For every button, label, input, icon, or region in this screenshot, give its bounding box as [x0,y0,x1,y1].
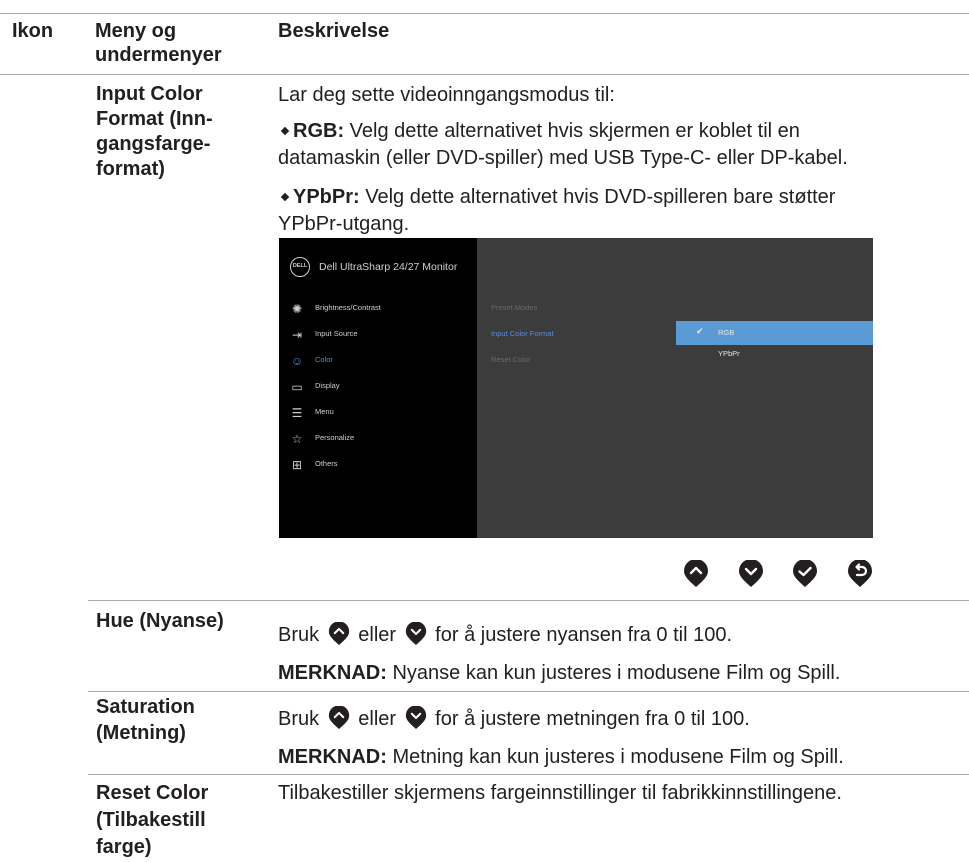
osd-menu-label: Input Source [315,329,358,338]
table-top-rule [0,13,969,14]
note-text: Metning kan kun justeres i modusene Film… [386,746,844,768]
down-button-icon [405,706,426,729]
hue-name: Hue (Nyanse) [96,610,224,632]
down-button-icon [739,560,763,587]
osd-sub-reset-color[interactable]: Reset Color [491,355,531,364]
down-button-icon [405,622,426,645]
rgb-bullet: RGB: Velg dette alternativet hvis skjerm… [278,118,958,172]
header-bottom-rule [0,74,969,75]
row-rule-saturation [88,691,969,692]
name-line: farge) [96,836,152,858]
osd-menu-others[interactable]: ⊞ Others [279,454,477,478]
name-line: gangsfarge- [96,133,211,155]
name-line: format) [96,158,165,180]
osd-menu-label: Brightness/Contrast [315,303,381,312]
ypbpr-term: YPbPr: [293,186,360,208]
hue-text-a: Bruk [278,624,320,646]
saturation-text-b: eller [358,708,397,730]
hue-text-b: eller [358,624,397,646]
osd-sub-input-color-format[interactable]: Input Color Format [491,329,554,338]
osd-option-rgb[interactable]: ✔ RGB [676,321,873,345]
note-text: Nyanse kan kun justeres i modusene Film … [386,662,841,684]
confirm-button-icon [793,560,817,587]
saturation-desc: Bruk eller for å justere metningen fra 0… [278,706,750,733]
osd-menu-menu[interactable]: ☰ Menu [279,402,477,426]
saturation-name: Saturation (Metning) [96,694,195,746]
header-menu-line2: undermenyer [95,44,222,66]
reset-color-desc: Tilbakestiller skjermens fargeinnstillin… [278,782,842,804]
color-palette-icon: ☺ [290,354,304,368]
osd-sub-preset-modes[interactable]: Preset Modes [491,303,537,312]
osd-menu-color[interactable]: ☺ Color [279,350,477,374]
osd-menu-personalize[interactable]: ☆ Personalize [279,428,477,452]
rgb-text-1: Velg dette alternativet hvis skjermen er… [344,120,800,142]
osd-screenshot: DELL Dell UltraSharp 24/27 Monitor ✺ Bri… [279,238,873,538]
brightness-icon: ✺ [291,302,303,316]
up-button-icon [328,706,349,729]
name-line: Reset Color [96,782,209,804]
reset-color-name: Reset Color (Tilbakestill farge) [96,780,208,861]
osd-menu-label: Others [315,459,338,468]
name-line: Format (Inn- [96,108,213,130]
input-color-format-name: Input Color Format (Inn- gangsfarge- for… [96,82,213,182]
header-description: Beskrivelse [278,20,390,42]
rgb-text-2: datamaskin (eller DVD-spiller) med USB T… [278,147,848,169]
note-label: MERKNAD: [278,746,387,768]
header-menu: Meny og undermenyer [95,19,222,67]
row-rule-reset [88,774,969,775]
input-source-icon: ⇥ [291,328,303,342]
bullet-icon [280,126,290,136]
osd-option-label: RGB [718,328,735,337]
osd-menu-label: Personalize [315,433,355,442]
name-line: Saturation [96,696,195,718]
osd-menu-brightness[interactable]: ✺ Brightness/Contrast [279,298,477,322]
header-menu-line1: Meny og [95,20,177,42]
others-icon: ⊞ [291,458,303,472]
saturation-note: MERKNAD: Metning kan kun justeres i modu… [278,744,844,771]
hue-desc: Bruk eller for å justere nyansen fra 0 t… [278,622,732,649]
menu-icon: ☰ [291,406,303,420]
check-icon: ✔ [696,326,704,336]
name-line: (Metning) [96,722,186,744]
hue-text-c: for å justere nyansen fra 0 til 100. [435,624,733,646]
back-button-icon [848,560,872,587]
note-label: MERKNAD: [278,662,387,684]
osd-menu-input-source[interactable]: ⇥ Input Source [279,324,477,348]
input-color-intro: Lar deg sette videoinngangsmodus til: [278,84,615,106]
saturation-text-c: for å justere metningen fra 0 til 100. [435,708,750,730]
osd-option-ypbpr[interactable]: YPbPr [676,345,873,369]
osd-menu-label: Color [315,355,333,364]
osd-option-label: YPbPr [718,349,740,358]
name-line: (Tilbakestill [96,809,206,831]
bullet-icon [280,192,290,202]
display-icon: ▭ [291,380,303,394]
osd-menu-label: Display [315,381,340,390]
ypbpr-bullet: YPbPr: Velg dette alternativet hvis DVD-… [278,184,958,238]
header-icon: Ikon [12,20,54,42]
up-button-icon [684,560,708,587]
saturation-text-a: Bruk [278,708,320,730]
hue-note: MERKNAD: Nyanse kan kun justeres i modus… [278,660,840,687]
up-button-icon [328,622,349,645]
ypbpr-text-1: Velg dette alternativet hvis DVD-spiller… [359,186,836,208]
row-rule-hue [88,600,969,601]
osd-menu-label: Menu [315,407,334,416]
name-line: Input Color [96,83,203,105]
ypbpr-text-2: YPbPr-utgang. [278,213,410,235]
osd-menu-display[interactable]: ▭ Display [279,376,477,400]
osd-title: Dell UltraSharp 24/27 Monitor [319,261,458,273]
osd-sidebar: DELL Dell UltraSharp 24/27 Monitor ✺ Bri… [279,238,477,538]
rgb-term: RGB: [293,120,345,142]
dell-logo: DELL [290,257,310,277]
star-icon: ☆ [291,432,303,446]
